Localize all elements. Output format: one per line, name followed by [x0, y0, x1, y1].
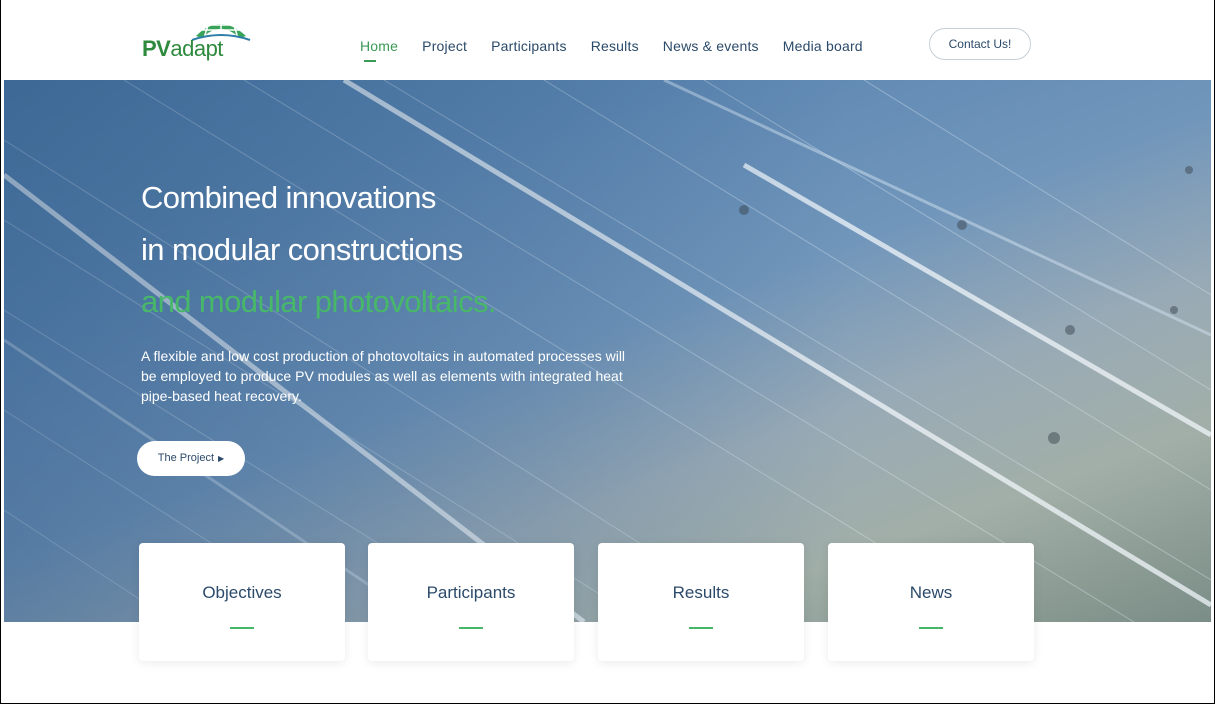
nav-home[interactable]: Home — [360, 38, 398, 62]
site-logo[interactable]: PVadapt — [138, 16, 258, 61]
card-underline — [230, 627, 254, 629]
the-project-button[interactable]: The Project ▶ — [137, 441, 245, 476]
nav-project[interactable]: Project — [422, 38, 467, 54]
hero-title: Combined innovations in modular construc… — [141, 172, 497, 328]
logo-adapt: adapt — [170, 36, 223, 61]
caret-right-icon: ▶ — [218, 454, 225, 463]
card-news[interactable]: News — [828, 543, 1034, 661]
card-title: Participants — [426, 583, 516, 602]
nav-participants[interactable]: Participants — [491, 38, 567, 54]
card-underline — [919, 627, 943, 629]
card-results[interactable]: Results — [598, 543, 804, 661]
hero-description: A flexible and low cost production of ph… — [141, 348, 626, 404]
card-title: Results — [672, 583, 730, 602]
nav-media-board[interactable]: Media board — [783, 38, 863, 54]
card-underline — [689, 627, 713, 629]
nav-results[interactable]: Results — [591, 38, 639, 54]
card-objectives[interactable]: Objectives — [139, 543, 345, 661]
card-underline — [459, 627, 483, 629]
nav-news-events[interactable]: News & events — [663, 38, 759, 54]
logo-pv: PV — [142, 36, 171, 61]
hero-title-line1: Combined innovations — [141, 180, 436, 215]
card-title: News — [909, 583, 953, 602]
card-title: Objectives — [202, 583, 282, 602]
card-participants[interactable]: Participants — [368, 543, 574, 661]
site-header: PVadapt Home Project Participants Result… — [4, 0, 1211, 80]
the-project-button-label: The Project — [157, 452, 215, 464]
main-nav: Home Project Participants Results News &… — [360, 38, 887, 62]
hero-title-line3: and modular photovoltaics. — [141, 284, 497, 319]
logo-text: PVadapt — [142, 36, 223, 62]
hero-title-line2: in modular constructions — [141, 232, 463, 267]
contact-us-button[interactable]: Contact Us! — [929, 28, 1031, 60]
